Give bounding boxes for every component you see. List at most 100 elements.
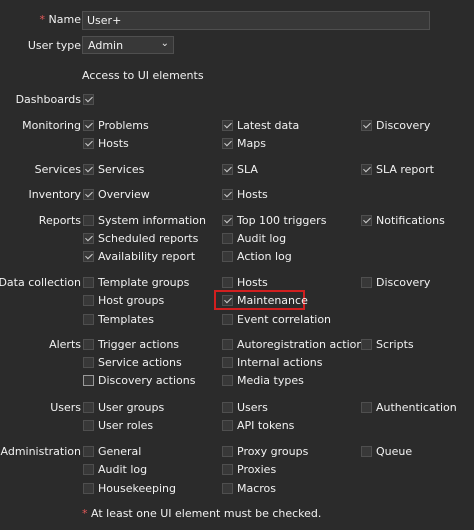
checkbox-label-sla-report: SLA report <box>376 163 434 176</box>
checkbox-scheduled-reports[interactable] <box>83 233 94 244</box>
checkbox-overview[interactable] <box>83 189 94 200</box>
checkbox-maintenance[interactable] <box>222 295 233 306</box>
checkbox-label-audit-log-reports: Audit log <box>237 232 287 245</box>
checkbox-problems[interactable] <box>83 120 94 131</box>
checkbox-service-actions[interactable] <box>83 357 94 368</box>
checkbox-proxy-groups[interactable] <box>222 446 233 457</box>
checkbox-general[interactable] <box>83 446 94 457</box>
checkbox-label-internal-actions: Internal actions <box>237 356 323 369</box>
checkbox-label-macros: Macros <box>237 482 277 495</box>
checkbox-label-services: Services <box>98 163 145 176</box>
checkbox-label-event-correlation: Event correlation <box>237 313 332 326</box>
checkbox-label-host-groups: Host groups <box>98 294 165 307</box>
checkbox-label-sla: SLA <box>237 163 258 176</box>
checkbox-media-types[interactable] <box>222 375 233 386</box>
checkbox-availability-report[interactable] <box>83 251 94 262</box>
checkbox-label-service-actions: Service actions <box>98 356 182 369</box>
checkbox-label-notifications: Notifications <box>376 214 445 227</box>
checkbox-label-general: General <box>98 445 142 458</box>
name-label-text: Name <box>48 13 81 26</box>
checkbox-template-groups[interactable] <box>83 277 94 288</box>
group-label-inventory: Inventory <box>28 188 81 201</box>
checkbox-proxies[interactable] <box>222 464 233 475</box>
checkbox-label-discovery-monitoring: Discovery <box>376 119 431 132</box>
footnote-text: At least one UI element must be checked. <box>91 507 322 520</box>
checkbox-hosts-monitoring[interactable] <box>83 138 94 149</box>
checkbox-sla-report[interactable] <box>361 164 372 175</box>
group-label-alerts: Alerts <box>49 338 81 351</box>
checkbox-discovery-monitoring[interactable] <box>361 120 372 131</box>
checkbox-dashboards[interactable] <box>83 94 94 105</box>
checkbox-label-scripts: Scripts <box>376 338 414 351</box>
checkbox-queue[interactable] <box>361 446 372 457</box>
checkbox-label-top-100-triggers: Top 100 triggers <box>237 214 327 227</box>
checkbox-scripts[interactable] <box>361 339 372 350</box>
checkbox-label-template-groups: Template groups <box>98 276 190 289</box>
checkbox-housekeeping[interactable] <box>83 483 94 494</box>
checkbox-label-overview: Overview <box>98 188 150 201</box>
user-type-label: User type <box>27 39 81 52</box>
checkbox-label-users: Users <box>237 401 268 414</box>
checkbox-user-roles[interactable] <box>83 420 94 431</box>
checkbox-notifications[interactable] <box>361 215 372 226</box>
checkbox-label-audit-log-administration: Audit log <box>98 463 148 476</box>
checkbox-label-maps: Maps <box>237 137 266 150</box>
checkbox-user-groups[interactable] <box>83 402 94 413</box>
checkbox-maps[interactable] <box>222 138 233 149</box>
checkbox-label-templates: Templates <box>98 313 154 326</box>
checkbox-label-maintenance: Maintenance <box>237 294 308 307</box>
checkbox-latest-data[interactable] <box>222 120 233 131</box>
checkbox-internal-actions[interactable] <box>222 357 233 368</box>
checkbox-top-100-triggers[interactable] <box>222 215 233 226</box>
checkbox-label-user-groups: User groups <box>98 401 165 414</box>
checkbox-audit-log-administration[interactable] <box>83 464 94 475</box>
checkbox-host-groups[interactable] <box>83 295 94 306</box>
checkbox-label-media-types: Media types <box>237 374 304 387</box>
checkbox-label-latest-data: Latest data <box>237 119 300 132</box>
checkbox-label-action-log: Action log <box>237 250 292 263</box>
checkbox-discovery-data-collection[interactable] <box>361 277 372 288</box>
checkbox-label-system-information: System information <box>98 214 207 227</box>
checkbox-label-problems: Problems <box>98 119 149 132</box>
checkbox-system-information[interactable] <box>83 215 94 226</box>
name-input[interactable] <box>82 11 430 30</box>
checkbox-label-hosts-data-collection: Hosts <box>237 276 268 289</box>
checkbox-api-tokens[interactable] <box>222 420 233 431</box>
checkbox-sla[interactable] <box>222 164 233 175</box>
checkbox-label-discovery-data-collection: Discovery <box>376 276 431 289</box>
checkbox-label-proxies: Proxies <box>237 463 277 476</box>
access-heading: Access to UI elements <box>82 69 204 82</box>
checkbox-label-scheduled-reports: Scheduled reports <box>98 232 199 245</box>
checkbox-hosts-inventory[interactable] <box>222 189 233 200</box>
checkbox-label-queue: Queue <box>376 445 413 458</box>
checkbox-templates[interactable] <box>83 314 94 325</box>
checkbox-users[interactable] <box>222 402 233 413</box>
checkbox-label-user-roles: User roles <box>98 419 154 432</box>
name-label: * Name <box>40 13 81 26</box>
checkbox-label-api-tokens: API tokens <box>237 419 295 432</box>
checkbox-audit-log-reports[interactable] <box>222 233 233 244</box>
checkbox-label-hosts-inventory: Hosts <box>237 188 268 201</box>
checkbox-discovery-actions[interactable] <box>83 375 94 386</box>
user-type-select[interactable]: Admin ⌄ <box>82 36 174 54</box>
footnote: * At least one UI element must be checke… <box>82 507 321 520</box>
checkbox-services[interactable] <box>83 164 94 175</box>
checkbox-macros[interactable] <box>222 483 233 494</box>
chevron-down-icon: ⌄ <box>160 38 169 49</box>
checkbox-authentication[interactable] <box>361 402 372 413</box>
group-label-data-collection: Data collection <box>0 276 81 289</box>
group-label-dashboards: Dashboards <box>15 93 81 106</box>
checkbox-hosts-data-collection[interactable] <box>222 277 233 288</box>
group-label-users: Users <box>50 401 81 414</box>
group-label-reports: Reports <box>38 214 81 227</box>
checkbox-action-log[interactable] <box>222 251 233 262</box>
checkbox-label-trigger-actions: Trigger actions <box>98 338 180 351</box>
required-mark: * <box>39 13 46 26</box>
checkbox-autoregistration-actions[interactable] <box>222 339 233 350</box>
checkbox-label-authentication: Authentication <box>376 401 457 414</box>
checkbox-label-hosts-monitoring: Hosts <box>98 137 129 150</box>
checkbox-event-correlation[interactable] <box>222 314 233 325</box>
checkbox-label-proxy-groups: Proxy groups <box>237 445 309 458</box>
checkbox-trigger-actions[interactable] <box>83 339 94 350</box>
checkbox-label-housekeeping: Housekeeping <box>98 482 176 495</box>
